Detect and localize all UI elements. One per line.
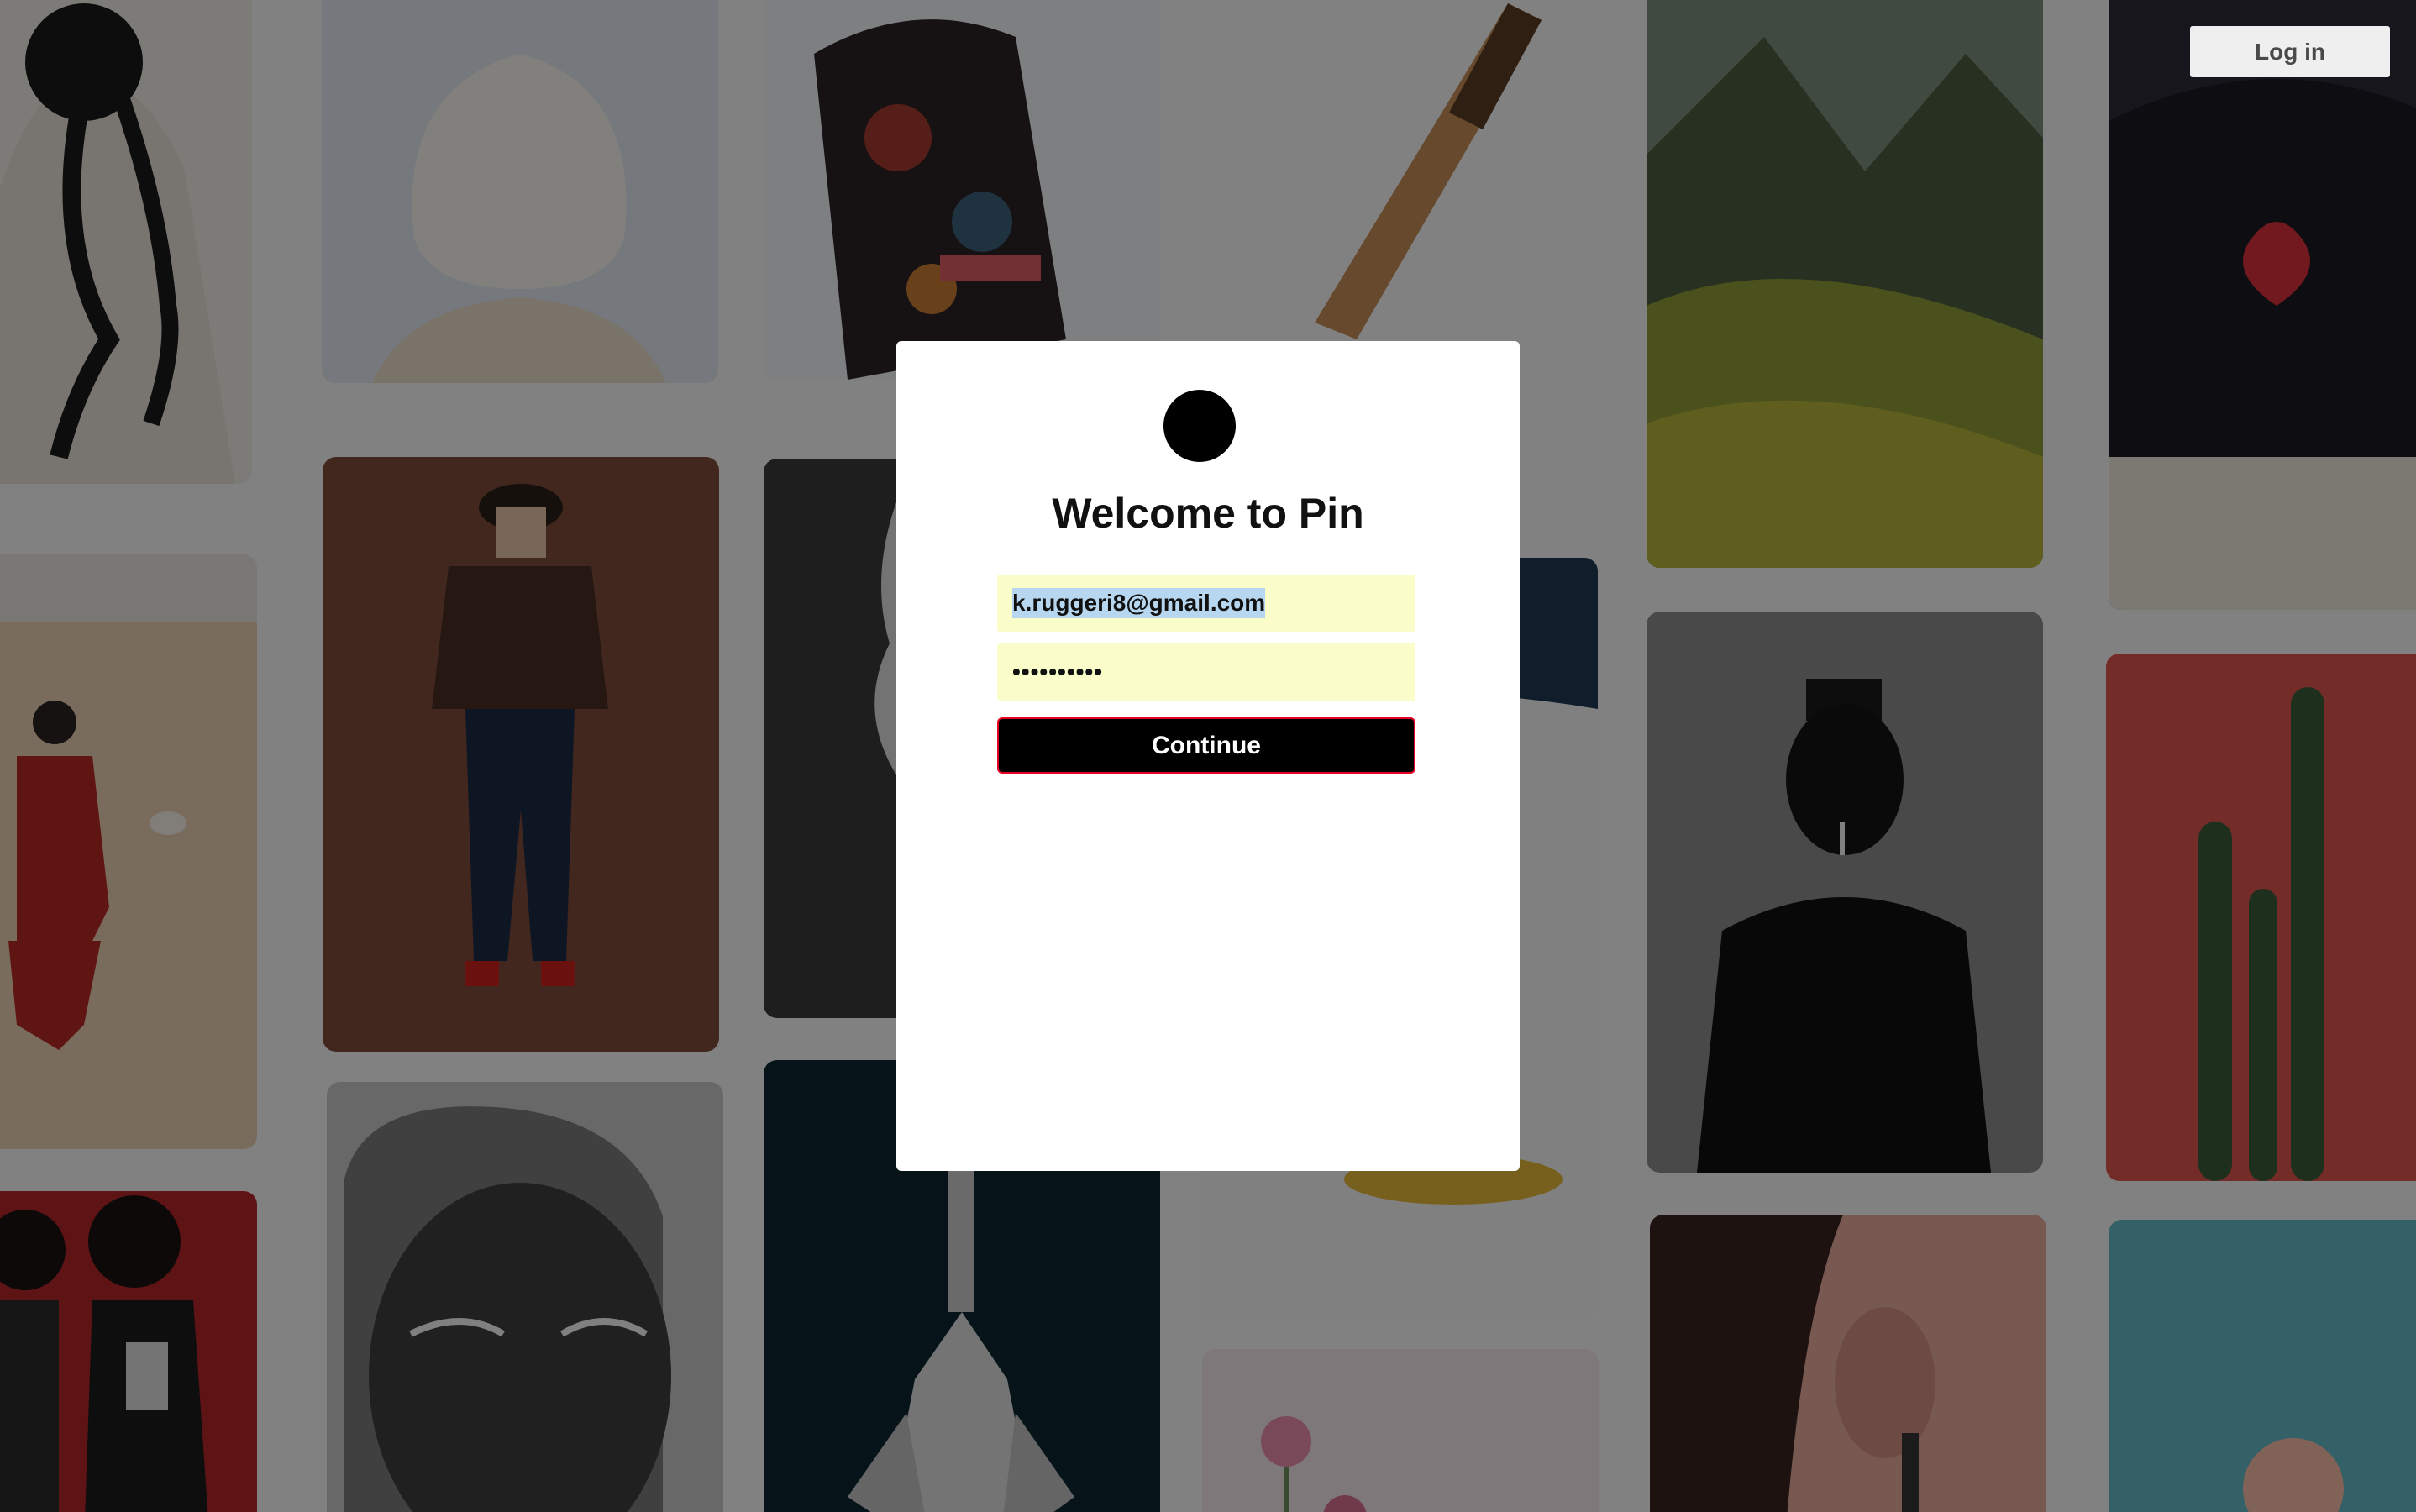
pin-feed-background: Log in Welcome to Pin k.ruggeri8@gmail.c…	[0, 0, 2416, 1512]
header-login-button[interactable]: Log in	[2190, 26, 2390, 77]
email-value: k.ruggeri8@gmail.com	[1012, 588, 1266, 618]
password-field[interactable]: ••••••••••	[997, 643, 1415, 701]
modal-title: Welcome to Pin	[1052, 490, 1364, 537]
password-value: ••••••••••	[1012, 659, 1104, 685]
pin-logo-icon	[1163, 390, 1236, 462]
login-modal: Welcome to Pin k.ruggeri8@gmail.com ••••…	[896, 341, 1520, 1171]
continue-button[interactable]: Continue	[997, 717, 1415, 774]
email-field[interactable]: k.ruggeri8@gmail.com	[997, 575, 1415, 632]
